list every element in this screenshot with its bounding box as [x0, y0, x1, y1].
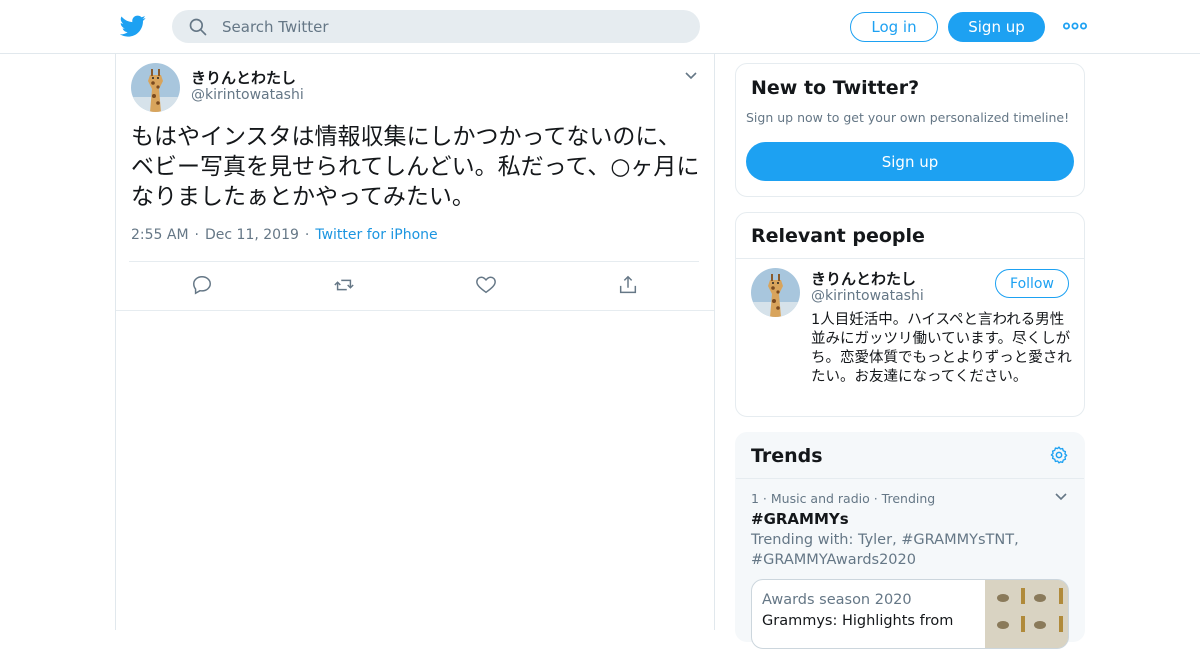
- tweet-source-link[interactable]: Twitter for iPhone: [315, 227, 437, 243]
- story-category: Awards season 2020: [762, 592, 912, 608]
- card-title: Relevant people: [751, 225, 925, 247]
- search-bar[interactable]: [172, 10, 700, 43]
- share-icon[interactable]: [617, 274, 639, 296]
- signup-button[interactable]: Sign up: [948, 12, 1045, 42]
- twitter-bird-icon[interactable]: [120, 13, 146, 39]
- person-name[interactable]: きりんとわたし: [811, 268, 916, 289]
- divider: [736, 258, 1084, 259]
- trend-meta: 1 · Music and radio · Trending: [751, 491, 936, 506]
- tweet-author-handle[interactable]: @kirintowatashi: [191, 87, 304, 103]
- card-title: New to Twitter?: [751, 77, 920, 99]
- person-bio: 1人目妊活中。ハイスペと言われる男性並みにガッツリ働いています。尽くしがち。恋愛…: [811, 312, 1072, 385]
- person-handle[interactable]: @kirintowatashi: [811, 288, 924, 304]
- reply-icon[interactable]: [191, 274, 213, 296]
- tweet-time[interactable]: 2:55 AM: [131, 227, 189, 243]
- chevron-down-icon[interactable]: [1054, 490, 1068, 504]
- new-to-twitter-card: New to Twitter? Sign up now to get your …: [735, 63, 1085, 197]
- trends-card: Trends 1 · Music and radio · Trending #G…: [735, 432, 1085, 649]
- tweet: きりんとわたし @kirintowatashi もはやインスタは情報収集にしかつ…: [116, 54, 714, 311]
- chevron-down-icon[interactable]: [684, 69, 698, 83]
- divider: [129, 261, 699, 262]
- trend-related: Trending with: Tyler, #GRAMMYsTNT, #GRAM…: [751, 532, 1019, 568]
- story-thumbnail-image: [985, 580, 1068, 648]
- card-title: Trends: [751, 445, 823, 467]
- relevant-people-card: Relevant people きりんとわたし @kirintowatashi …: [735, 212, 1085, 417]
- search-icon: [189, 18, 207, 36]
- more-dots-icon[interactable]: [1063, 18, 1087, 34]
- divider: [736, 478, 1084, 479]
- trend-story-card[interactable]: Awards season 2020 Grammys: Highlights f…: [751, 579, 1069, 649]
- tweet-author-name[interactable]: きりんとわたし: [191, 67, 296, 88]
- meta-separator: ·: [194, 227, 199, 243]
- tweet-text: もはやインスタは情報収集にしかつかってないのに、ベビー写真を見せられてしんどい。…: [131, 124, 700, 210]
- tweet-date[interactable]: Dec 11, 2019: [205, 227, 299, 243]
- login-button[interactable]: Log in: [850, 12, 938, 42]
- gear-icon[interactable]: [1049, 445, 1069, 465]
- retweet-icon[interactable]: [333, 274, 355, 296]
- avatar[interactable]: [751, 268, 800, 317]
- card-subtitle: Sign up now to get your own personalized…: [746, 110, 1070, 125]
- follow-button[interactable]: Follow: [995, 269, 1069, 298]
- main-timeline-column: きりんとわたし @kirintowatashi もはやインスタは情報収集にしかつ…: [115, 54, 715, 630]
- search-input[interactable]: [222, 10, 682, 43]
- story-headline: Grammys: Highlights from: [762, 613, 954, 629]
- tweet-metadata: 2:55 AM · Dec 11, 2019 · Twitter for iPh…: [131, 227, 438, 243]
- avatar[interactable]: [131, 63, 180, 112]
- giraffe-avatar-image: [131, 63, 180, 112]
- like-heart-icon[interactable]: [475, 274, 497, 296]
- top-navigation-bar: Log in Sign up: [0, 0, 1200, 54]
- giraffe-avatar-image: [751, 268, 800, 317]
- meta-separator: ·: [304, 227, 310, 243]
- trend-hashtag[interactable]: #GRAMMYs: [751, 510, 849, 528]
- sidebar-signup-button[interactable]: Sign up: [746, 142, 1074, 181]
